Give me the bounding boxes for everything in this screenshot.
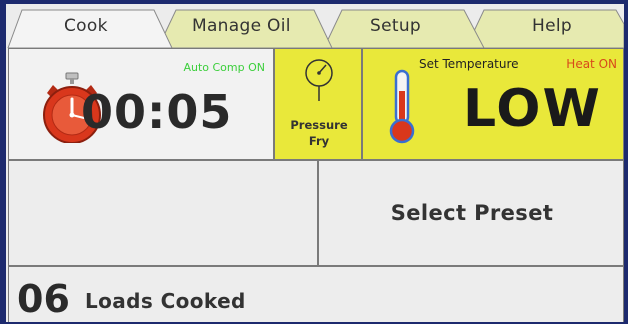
temperature-panel[interactable]: Set Temperature Heat ON LOW: [362, 48, 624, 160]
tab-cook[interactable]: Cook: [64, 16, 108, 36]
select-preset-label: Select Preset: [390, 201, 554, 225]
auto-comp-status: Auto Comp ON: [183, 61, 265, 74]
fryer-screen: Cook Manage Oil Setup Help Auto Comp ON …: [6, 4, 624, 322]
pressure-gauge-icon: [305, 59, 333, 101]
select-preset-button[interactable]: Select Preset: [318, 160, 624, 266]
tab-help[interactable]: Help: [532, 16, 572, 36]
pressure-fry-panel[interactable]: Pressure Fry: [274, 48, 362, 160]
heat-status: Heat ON: [566, 57, 617, 71]
thermometer-icon: [389, 69, 415, 144]
pressure-label-line2: Fry: [308, 134, 330, 148]
loads-label: Loads Cooked: [85, 289, 246, 313]
timer-value: 00:05: [81, 85, 233, 139]
loads-cooked-panel: 06 Loads Cooked: [8, 266, 624, 322]
timer-panel[interactable]: Auto Comp ON 00:05: [8, 48, 274, 160]
set-temperature-label: Set Temperature: [419, 57, 519, 71]
pressure-fry-label: Pressure Fry: [275, 117, 363, 149]
pressure-label-line1: Pressure: [290, 118, 348, 132]
tab-bar: Cook Manage Oil Setup Help: [6, 4, 624, 48]
loads-count: 06: [17, 277, 70, 321]
tab-setup[interactable]: Setup: [370, 16, 421, 36]
empty-panel: [8, 160, 318, 266]
tab-manage-oil[interactable]: Manage Oil: [192, 16, 291, 36]
temperature-value: LOW: [463, 79, 602, 139]
